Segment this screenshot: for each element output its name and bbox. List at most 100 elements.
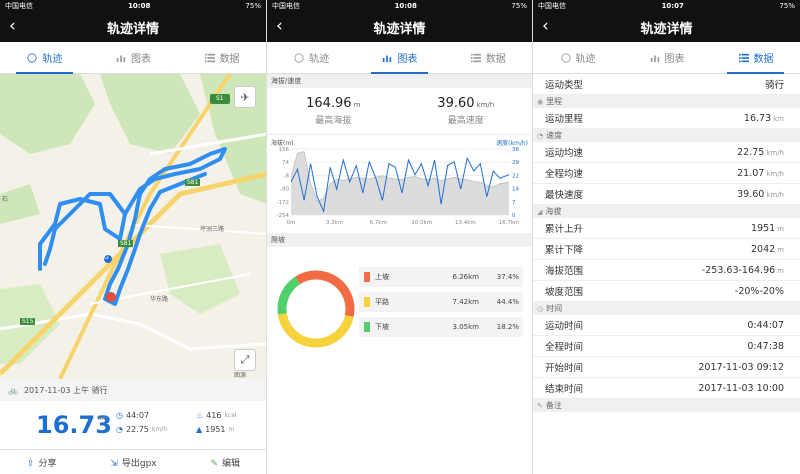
distance-unit: km — [98, 415, 108, 422]
x-tick: 6.7km — [370, 220, 387, 226]
row-value: 39.60 — [737, 188, 765, 200]
status-bar: 中国电信 10:08 75% — [267, 0, 532, 12]
tab-track[interactable]: 轨迹 — [533, 42, 622, 73]
row-value: 2042 — [750, 243, 776, 255]
row-unit: km — [773, 114, 784, 123]
x-tick: 13.4km — [455, 220, 476, 226]
back-icon[interactable]: ‹ — [542, 16, 549, 36]
section-time: ◷ 时间 — [533, 302, 800, 315]
row-label: 运动均速 — [545, 148, 584, 159]
elevation-stat: ▲ 1951 m — [196, 425, 234, 434]
map-layer-button[interactable]: ✈ — [234, 86, 256, 108]
y-left-tick: 74 — [282, 160, 289, 166]
max-speed-label: 最高速度 — [447, 116, 484, 126]
edit-label: 编辑 — [222, 458, 241, 469]
y-right-tick: 36 — [512, 147, 519, 153]
tab-chart[interactable]: 图表 — [622, 42, 711, 73]
y-right-tick: 22 — [512, 173, 519, 179]
map-label: 华东路 — [150, 296, 169, 303]
row-label: 运动时间 — [545, 321, 584, 332]
row-value: 0:44:07 — [747, 319, 784, 331]
descent-row: 累计下降 2042 m — [533, 239, 800, 260]
tab-label: 轨迹 — [42, 54, 63, 65]
row-value: 骑行 — [764, 80, 784, 91]
y-right-tick: 0 — [512, 213, 516, 219]
map-label-s81: S81 — [185, 179, 201, 186]
row-value: 1951 — [750, 222, 776, 234]
alt-speed-chart[interactable]: 海拔(m) 速度(km/h) 156 36 74 29 -8 22 -90 14 -172 7 -2… — [267, 134, 532, 229]
row-unit: m — [777, 266, 784, 275]
row-label: 结束时间 — [545, 384, 584, 395]
tab-track[interactable]: 轨迹 — [267, 42, 355, 73]
share-button[interactable]: ⇪ 分享 — [27, 456, 57, 469]
map-view[interactable]: S1 S81 S81 S15 石 G 坪洲三路 华东路 图源 ✈ ⤢ — [0, 74, 266, 379]
tab-data[interactable]: 数据 — [711, 42, 800, 74]
edit-button[interactable]: ✎ 编辑 — [210, 456, 240, 469]
date-line: 🚲 2017-11-03 上午 骑行 — [0, 379, 266, 401]
sport-type-row: 运动类型 骑行 — [533, 74, 800, 95]
start-time-row: 开始时间 2017-11-03 09:12 — [533, 357, 800, 378]
max-speed-row: 最快速度 39.60 km/h — [533, 184, 800, 205]
carrier: 中国电信 — [5, 2, 33, 10]
action-bar: ⇪ 分享 ⇲ 导出gpx ✎ 编辑 — [0, 449, 266, 474]
swatch-up — [364, 272, 370, 282]
tab-label: 轨迹 — [309, 54, 330, 65]
map-label: 石 — [2, 196, 9, 203]
export-gpx-button[interactable]: ⇲ 导出gpx — [110, 456, 156, 469]
slope-row-flat: 平路 7.42km 44.4% — [359, 292, 523, 312]
section-notes: ✎ 备注 — [533, 399, 800, 412]
tab-data[interactable]: 数据 — [177, 42, 266, 73]
map-label: 坪洲三路 — [200, 226, 225, 233]
row-label: 累计下降 — [545, 245, 584, 256]
row-unit: m — [777, 224, 784, 233]
back-icon[interactable]: ‹ — [276, 16, 283, 36]
tab-bar: 轨迹 图表 数据 — [267, 42, 532, 74]
clock-icon: ◷ — [537, 304, 544, 313]
compass-icon — [560, 52, 571, 63]
duration-stat: ◷ 44:07 — [116, 411, 149, 420]
tab-chart[interactable]: 图表 — [89, 42, 178, 73]
row-value: -20%-20% — [734, 285, 784, 297]
page-title: 轨迹详情 — [640, 21, 693, 37]
compass-icon — [294, 52, 304, 63]
tab-label: 图表 — [664, 54, 685, 65]
list-icon — [470, 53, 481, 62]
calorie-value: 416 — [206, 411, 222, 420]
calorie-stat: ♨ 416 kcal — [196, 411, 237, 420]
globe-icon: ◉ — [537, 97, 544, 106]
stats-block: 16.73 km ◷ 44:07 ◔ 22.75 km/h ♨ 416 kcal… — [0, 403, 266, 449]
tab-track[interactable]: 轨迹 — [0, 42, 89, 74]
row-value: 2017-11-03 09:12 — [698, 361, 784, 373]
max-speed-unit: km/h — [476, 101, 495, 109]
tab-chart[interactable]: 图表 — [355, 42, 443, 74]
compass-icon — [27, 52, 37, 63]
elevation-value: 1951 — [205, 425, 226, 434]
slope-row-down: 下坡 3.05km 18.2% — [359, 317, 523, 337]
tab-data[interactable]: 数据 — [444, 42, 532, 73]
bar-chart-icon — [383, 55, 392, 62]
map-label-s15: S15 — [20, 318, 36, 325]
back-icon[interactable]: ‹ — [9, 16, 16, 36]
ascent-row: 累计上升 1951 m — [533, 218, 800, 239]
speed-stat: ◔ 22.75 km/h — [116, 425, 167, 434]
mountain-icon: ▲ — [196, 425, 203, 434]
tab-bar: 轨迹 图表 数据 — [533, 42, 800, 74]
share-label: 分享 — [38, 458, 57, 469]
export-label: 导出gpx — [121, 458, 157, 469]
speed-value: 22.75 — [125, 425, 149, 434]
slope-dist: 3.05km — [452, 323, 479, 331]
map-fullscreen-button[interactable]: ⤢ — [234, 349, 256, 371]
tab-label: 数据 — [219, 54, 240, 65]
slope-pct: 37.4% — [496, 273, 519, 281]
legend-speed: 速度(km/h) — [496, 140, 528, 147]
y-left-tick: -172 — [277, 200, 289, 206]
y-left-tick: -90 — [280, 187, 289, 193]
y-left-tick: -254 — [277, 213, 290, 219]
tab-label: 轨迹 — [575, 54, 596, 65]
slope-name: 上坡 — [375, 273, 389, 281]
tab-label: 图表 — [131, 54, 151, 65]
clock: 10:07 — [661, 2, 684, 10]
max-values-row: 164.96 m 最高海拔 39.60 km/h 最高速度 — [267, 88, 532, 134]
avg-speed-row: 运动均速 22.75 km/h — [533, 142, 800, 163]
max-alt-label: 最高海拔 — [315, 116, 352, 126]
